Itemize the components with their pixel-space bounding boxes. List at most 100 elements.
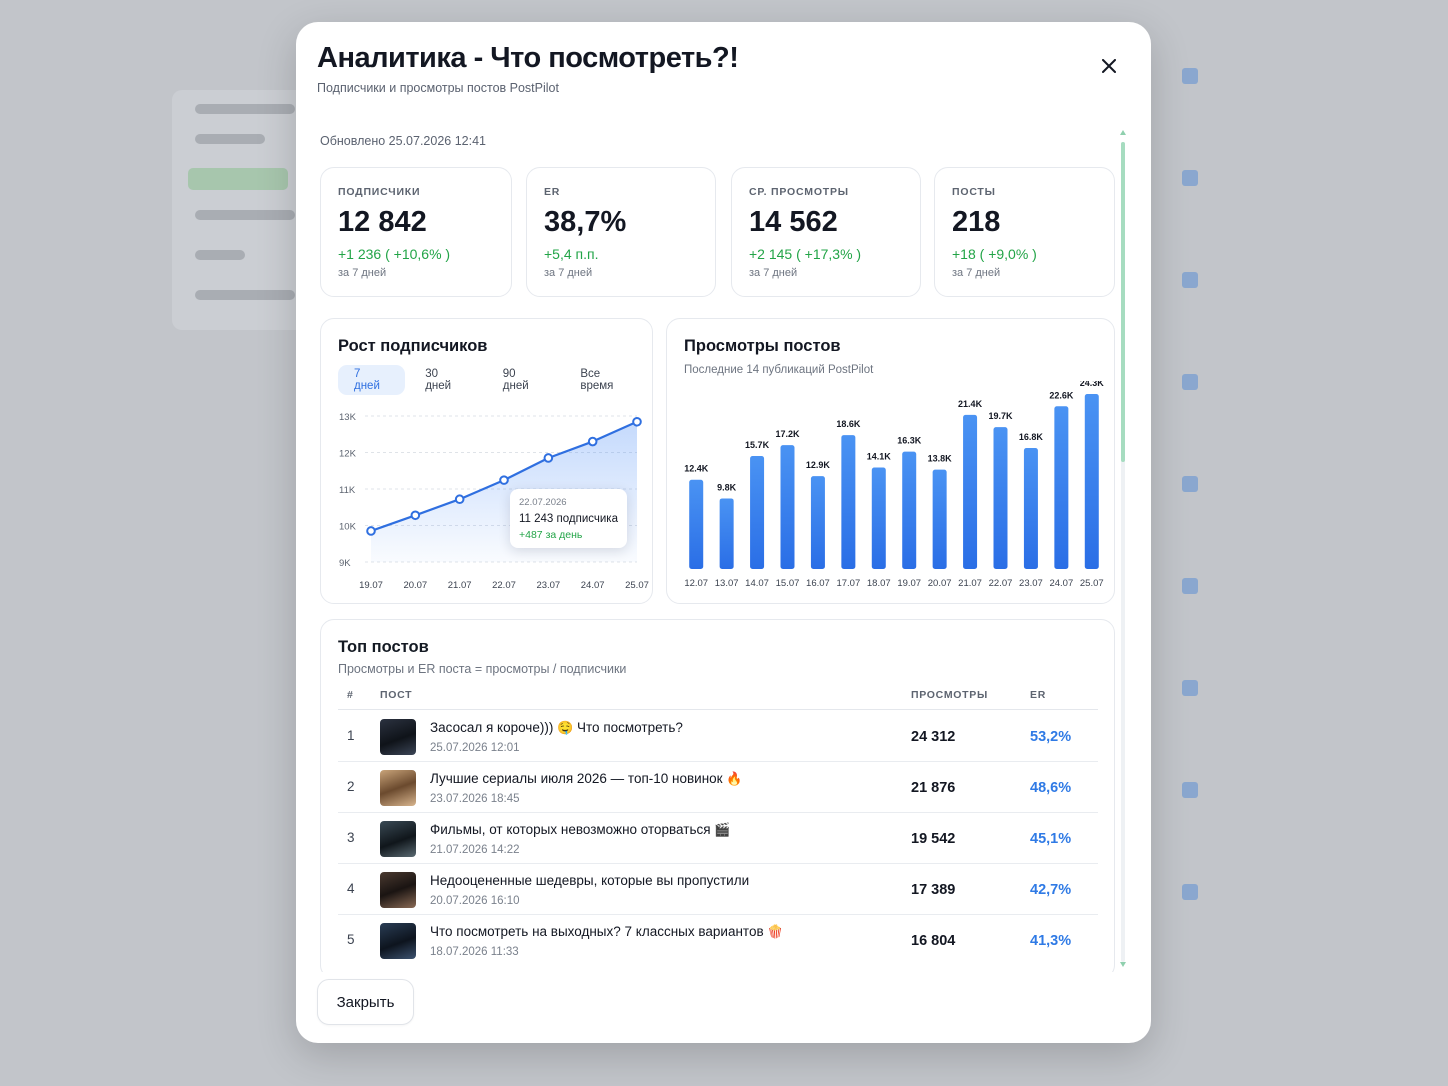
- post-title: Что посмотреть на выходных? 7 классных в…: [430, 924, 784, 940]
- x-tick-label: 17.07: [836, 578, 860, 589]
- y-tick-label: 11K: [339, 485, 356, 496]
- table-row[interactable]: 4 Недооцененные шедевры, которые вы проп…: [338, 864, 1098, 915]
- post-title-suffix: Что посмотреть?: [573, 720, 683, 735]
- bar-value-label: 19.7K: [988, 411, 1013, 421]
- header-post: ПОСТ: [380, 689, 413, 701]
- scroll-down-arrow-icon[interactable]: [1120, 962, 1126, 967]
- post-title-text: Засосал я короче))): [430, 720, 558, 735]
- stat-delta: +18 ( +9,0% ): [952, 246, 1037, 262]
- background-line: [195, 210, 295, 220]
- stat-delta: +5,4 п.п.: [544, 246, 599, 262]
- stat-value: 12 842: [338, 206, 427, 238]
- stat-value: 38,7%: [544, 206, 627, 238]
- x-tick-label: 24.07: [1049, 578, 1073, 589]
- stat-label: СР. ПРОСМОТРЫ: [749, 186, 849, 198]
- stat-label: ПОДПИСЧИКИ: [338, 186, 421, 198]
- post-title-text: Недооцененные шедевры, которые вы пропус…: [430, 873, 750, 888]
- table-row[interactable]: 5 Что посмотреть на выходных? 7 классных…: [338, 915, 1098, 966]
- x-tick-label: 25.07: [625, 580, 649, 591]
- bar: [1054, 406, 1069, 569]
- post-date: 18.07.2026 11:33: [430, 946, 519, 958]
- table-header: # ПОСТ ПРОСМОТРЫ ER: [338, 680, 1098, 710]
- tab-90-days[interactable]: 90 дней: [487, 365, 561, 395]
- stat-card-posts: ПОСТЫ 218 +18 ( +9,0% ) за 7 дней: [934, 167, 1115, 297]
- post-emoji: 🤤: [557, 720, 574, 735]
- row-rank: 2: [347, 779, 355, 794]
- x-tick-label: 12.07: [684, 578, 708, 589]
- background-line: [195, 290, 295, 300]
- post-title-text: Фильмы, от которых невозможно оторваться: [430, 822, 715, 837]
- stat-delta: +2 145 ( +17,3% ): [749, 246, 862, 262]
- bar: [1084, 394, 1099, 569]
- data-point: [366, 526, 376, 536]
- table-row[interactable]: 1 Засосал я короче))) 🤤 Что посмотреть? …: [338, 711, 1098, 762]
- x-tick-label: 21.07: [958, 578, 982, 589]
- post-views: 16 804: [911, 933, 956, 949]
- bar-value-label: 13.8K: [928, 454, 953, 464]
- bar-value-label: 18.6K: [836, 419, 861, 429]
- table-row[interactable]: 3 Фильмы, от которых невозможно оторвать…: [338, 813, 1098, 864]
- analytics-modal: Аналитика - Что посмотреть?! Подписчики …: [296, 22, 1151, 1043]
- chart-tooltip: 22.07.2026 11 243 подписчика +487 за ден…: [510, 489, 627, 548]
- data-point: [543, 453, 554, 463]
- stat-delta: +1 236 ( +10,6% ): [338, 246, 451, 262]
- bar: [841, 435, 856, 569]
- header-views: ПРОСМОТРЫ: [911, 689, 988, 701]
- close-button[interactable]: [1095, 52, 1123, 80]
- scrollbar-thumb[interactable]: [1121, 142, 1125, 462]
- post-emoji: 🎬: [714, 822, 731, 837]
- stat-period: за 7 дней: [544, 267, 593, 279]
- y-tick-label: 9K: [339, 558, 351, 569]
- header-rank: #: [347, 689, 354, 701]
- bar-value-label: 15.7K: [745, 440, 770, 450]
- bar-value-label: 17.2K: [775, 429, 800, 439]
- scroll-up-arrow-icon[interactable]: [1120, 130, 1126, 135]
- post-er: 45,1%: [1030, 831, 1072, 847]
- bar-value-label: 12.4K: [684, 464, 709, 474]
- tab-7-days[interactable]: 7 дней: [338, 365, 406, 395]
- close-icon: [1102, 59, 1116, 73]
- x-tick-label: 19.07: [359, 580, 383, 591]
- header-er: ER: [1030, 689, 1046, 701]
- x-tick-label: 24.07: [581, 580, 605, 591]
- close-modal-button[interactable]: Закрыть: [317, 979, 414, 1025]
- background-icon: [1182, 578, 1198, 594]
- views-panel: Просмотры постов Последние 14 публикаций…: [666, 318, 1115, 604]
- post-title-text: Лучшие сериалы июля 2026 — топ-10 новино…: [430, 771, 727, 786]
- bar: [719, 498, 734, 569]
- post-thumbnail: [380, 770, 416, 806]
- x-tick-label: 22.07: [989, 578, 1013, 589]
- post-er: 53,2%: [1030, 729, 1072, 745]
- stat-card-er: ER 38,7% +5,4 п.п. за 7 дней: [526, 167, 716, 297]
- bar-value-label: 16.3K: [897, 436, 922, 446]
- x-tick-label: 25.07: [1080, 578, 1104, 589]
- data-point: [499, 475, 509, 485]
- post-views: 21 876: [911, 780, 956, 796]
- updated-timestamp: Обновлено 25.07.2026 12:41: [320, 134, 486, 148]
- bar-value-label: 9.8K: [717, 482, 737, 492]
- post-er: 41,3%: [1030, 933, 1072, 949]
- modal-scrollbar[interactable]: [1118, 130, 1128, 970]
- modal-subtitle: Подписчики и просмотры постов PostPilot: [317, 81, 559, 95]
- x-tick-label: 22.07: [492, 580, 516, 591]
- top-posts-subtitle: Просмотры и ER поста = просмотры / подпи…: [338, 662, 627, 676]
- x-tick-label: 20.07: [928, 578, 952, 589]
- bar: [932, 469, 947, 569]
- x-tick-label: 14.07: [745, 578, 769, 589]
- tab-30-days[interactable]: 30 дней: [409, 365, 483, 395]
- background-icon: [1182, 374, 1198, 390]
- background-icon: [1182, 680, 1198, 696]
- background-icon: [1182, 476, 1198, 492]
- data-point: [410, 510, 421, 521]
- table-row[interactable]: 2 Лучшие сериалы июля 2026 — топ-10 нови…: [338, 762, 1098, 813]
- background-line: [195, 104, 295, 114]
- stat-card-subscribers: ПОДПИСЧИКИ 12 842 +1 236 ( +10,6% ) за 7…: [320, 167, 512, 297]
- stat-period: за 7 дней: [338, 267, 387, 279]
- post-date: 21.07.2026 14:22: [430, 844, 520, 856]
- background-icon: [1182, 884, 1198, 900]
- modal-scroll-area[interactable]: Обновлено 25.07.2026 12:41 ПОДПИСЧИКИ 12…: [296, 127, 1151, 972]
- tab-all-time[interactable]: Все время: [564, 365, 652, 395]
- post-title: Фильмы, от которых невозможно оторваться…: [430, 822, 731, 838]
- bar-value-label: 22.6K: [1049, 390, 1074, 400]
- data-point: [454, 494, 465, 505]
